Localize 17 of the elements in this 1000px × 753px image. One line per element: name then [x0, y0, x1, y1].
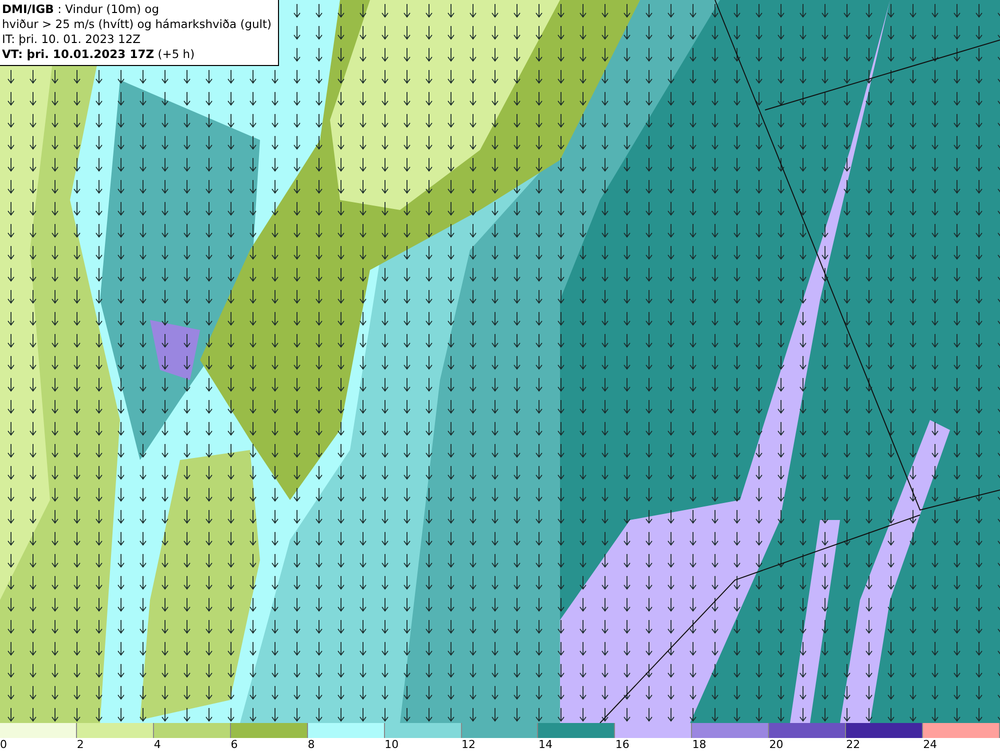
legend-label: 12 [462, 738, 476, 752]
legend-label: 18 [692, 738, 706, 752]
header-line: hviður > 25 m/s (hvítt) og hámarkshviða (gult) [2, 17, 272, 32]
legend-label: 16 [615, 738, 630, 752]
legend-label: 8 [308, 738, 315, 752]
legend-label: 6 [230, 738, 238, 752]
legend-label: 24 [923, 738, 938, 752]
header-line: DMI/IGB : Vindur (10m) og [2, 2, 160, 17]
legend-label: 0 [0, 738, 7, 752]
legend-label: 22 [846, 738, 860, 752]
legend-label: 4 [154, 738, 161, 752]
legend-label: 2 [76, 738, 84, 752]
legend-label: 10 [384, 738, 399, 752]
header-line: VT: þri. 10.01.2023 17Z (+5 h) [2, 47, 196, 62]
legend-label: 14 [538, 738, 552, 752]
legend-label: 20 [769, 738, 784, 752]
header-line: IT: þri. 10. 01. 2023 12Z [2, 32, 142, 47]
